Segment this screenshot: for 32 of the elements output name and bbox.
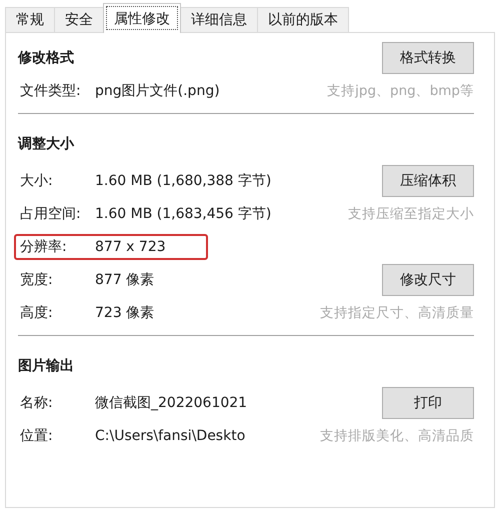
field-value: png图片文件(.png): [95, 82, 220, 100]
hint-text: 支持jpg、png、bmp等: [327, 82, 474, 100]
field-label: 高度:: [20, 304, 54, 322]
hint-text: 支持排版美化、高清品质: [320, 426, 474, 444]
tab[interactable]: 以前的版本: [257, 7, 349, 32]
field-label: 名称:: [20, 394, 54, 412]
hint-text: 支持指定尺寸、高清质量: [320, 304, 474, 322]
field-label: 文件类型:: [20, 82, 82, 100]
section-title: 图片输出: [18, 357, 74, 375]
field-value: 877 x 723: [95, 238, 166, 254]
field-value: C:\Users\fansi\Deskto: [95, 428, 246, 444]
hint-text: 支持压缩至指定大小: [348, 204, 474, 222]
field-label: 位置:: [20, 426, 54, 444]
section-title: 调整大小: [18, 135, 74, 153]
action-button[interactable]: 压缩体积: [382, 164, 474, 196]
action-button[interactable]: 修改尺寸: [382, 264, 474, 296]
action-button[interactable]: 打印: [382, 386, 474, 418]
field-label: 宽度:: [20, 270, 54, 288]
tab[interactable]: 详细信息: [180, 7, 258, 32]
tab[interactable]: 常规: [5, 7, 55, 32]
field-label: 分辨率:: [20, 238, 68, 256]
tab[interactable]: 属性修改: [103, 3, 181, 33]
field-value: 1.60 MB (1,680,388 字节): [95, 172, 272, 190]
field-label: 大小:: [20, 172, 54, 190]
section-title: 修改格式: [18, 48, 74, 66]
field-value: 723 像素: [95, 304, 154, 322]
field-value: 877 像素: [95, 270, 154, 288]
field-value: 微信截图_2022061021: [95, 394, 248, 412]
tab[interactable]: 安全: [54, 7, 104, 32]
action-button[interactable]: 格式转换: [382, 42, 474, 74]
field-value: 1.60 MB (1,683,456 字节): [95, 204, 272, 222]
field-label: 占用空间:: [20, 204, 82, 222]
